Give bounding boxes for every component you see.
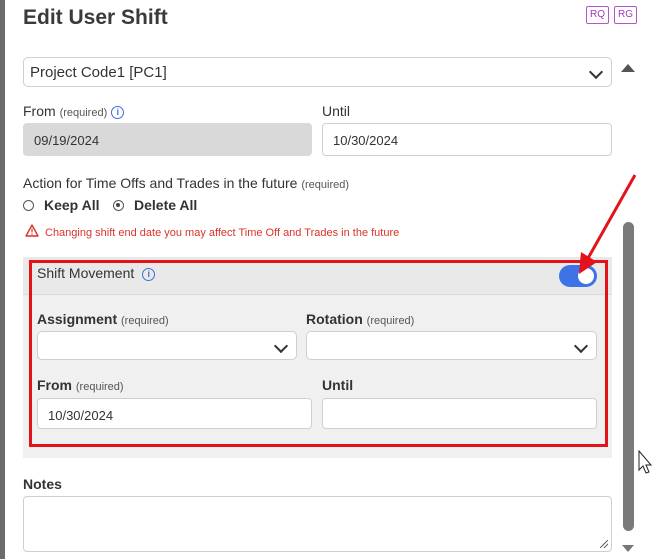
radio-delete-all[interactable] (113, 200, 124, 211)
radio-delete-all-label[interactable]: Delete All (134, 197, 197, 213)
notes-textarea[interactable] (23, 496, 612, 552)
scrollbar-thumb[interactable] (623, 222, 634, 531)
until-date-field[interactable]: 10/30/2024 (322, 123, 612, 156)
radio-keep-all-label[interactable]: Keep All (44, 197, 100, 213)
rg-badge[interactable]: RG (614, 6, 637, 24)
dialog-title: Edit User Shift (23, 6, 168, 29)
warning-icon (25, 224, 39, 242)
until-label: Until (322, 103, 351, 119)
notes-label: Notes (23, 476, 62, 492)
scroll-down-icon[interactable] (622, 545, 634, 552)
mouse-cursor-icon (638, 450, 652, 474)
highlight-box (29, 260, 608, 447)
scroll-up-icon[interactable] (621, 64, 635, 72)
window-edge (0, 0, 5, 559)
project-select[interactable]: Project Code1 [PC1] (23, 57, 612, 87)
resize-handle-icon[interactable] (600, 540, 608, 548)
rq-badge[interactable]: RQ (586, 6, 609, 24)
chevron-down-icon (588, 64, 604, 80)
from-label: From (required) i (23, 103, 125, 119)
radio-keep-all[interactable] (23, 200, 34, 211)
action-label: Action for Time Offs and Trades in the f… (23, 175, 350, 191)
from-date-field[interactable]: 09/19/2024 (23, 123, 312, 156)
info-icon[interactable]: i (111, 106, 125, 119)
project-select-value: Project Code1 [PC1] (30, 64, 167, 81)
warning-text: Changing shift end date you may affect T… (45, 227, 400, 239)
